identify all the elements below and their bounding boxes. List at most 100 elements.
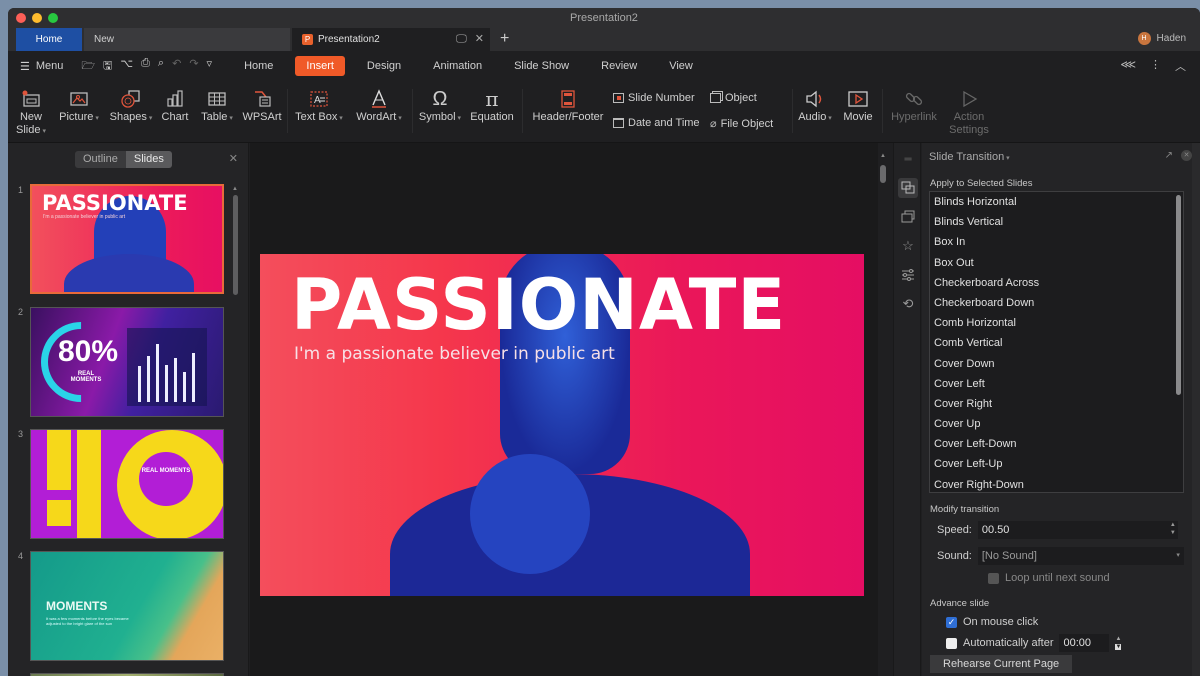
slide-number-button[interactable]: Slide Number [613, 92, 695, 104]
ribbon-tab-home[interactable]: Home [228, 56, 289, 76]
on-click-row[interactable]: ✓ On mouse click [946, 616, 1038, 628]
transition-option[interactable]: Checkerboard Down [930, 293, 1183, 313]
loop-checkbox[interactable] [988, 572, 999, 584]
canvas-scroll-up-arrow[interactable]: ▲ [880, 153, 886, 159]
chart-button[interactable]: Chart [159, 87, 191, 124]
share-icon[interactable]: ⋘ [1120, 58, 1136, 74]
time-stepper[interactable]: ▲ ▼ [1115, 635, 1122, 651]
transition-option[interactable]: Cover Down [930, 354, 1183, 374]
transition-option[interactable]: Cover Up [930, 414, 1183, 434]
object-button[interactable]: Object [710, 92, 757, 104]
slide-layout-icon[interactable] [898, 207, 918, 227]
current-slide[interactable]: PASSIONATE I'm a passionate believer in … [260, 254, 864, 596]
picture-button[interactable]: Picture ▾ [56, 87, 102, 125]
new-slide-button[interactable]: New Slide ▾ [16, 87, 46, 138]
sound-label: Sound: [937, 550, 972, 562]
slide-thumbnail-2[interactable]: 80% REAL MOMENTS [30, 307, 224, 417]
collapse-ribbon-icon[interactable]: ︿ [1175, 58, 1186, 74]
symbol-button[interactable]: Ω Symbol ▾ [416, 87, 464, 125]
pop-out-icon[interactable]: ↗ [1165, 150, 1173, 161]
slide-subtitle[interactable]: I'm a passionate believer in public art [294, 344, 615, 364]
menu-button[interactable]: ☰ Menu [20, 60, 63, 73]
format-painter-icon[interactable]: ⌥ [120, 57, 133, 76]
action-settings-button[interactable]: Action Settings [946, 87, 992, 137]
slide-thumbnail-1[interactable]: PASSIONATE I'm a passionate believer in … [30, 184, 224, 294]
text-box-button[interactable]: A Text Box ▾ [292, 87, 346, 125]
wpsart-button[interactable]: WPSArt [242, 87, 282, 124]
ribbon-tab-view[interactable]: View [653, 56, 709, 76]
tab-home[interactable]: Home [16, 28, 82, 51]
transition-list-scrollbar[interactable] [1176, 195, 1181, 395]
open-folder-icon[interactable]: 🗁 [81, 57, 95, 76]
table-button[interactable]: Table ▾ [196, 87, 238, 125]
hyperlink-button[interactable]: Hyperlink [888, 87, 940, 124]
tab-document[interactable]: P Presentation2 🖵 ✕ [292, 28, 490, 51]
transition-option[interactable]: Box Out [930, 253, 1183, 273]
speed-stepper[interactable]: ▲ ▼ [1170, 521, 1176, 537]
add-tab-button[interactable]: + [500, 28, 509, 50]
slide-title[interactable]: PASSIONATE [291, 264, 786, 346]
audio-button[interactable]: Audio ▾ [794, 87, 836, 125]
shapes-button[interactable]: Shapes ▾ [107, 87, 155, 125]
transition-option[interactable]: Cover Right-Down [930, 475, 1183, 492]
ribbon-tab-slide-show[interactable]: Slide Show [498, 56, 585, 76]
maximize-window-button[interactable] [48, 13, 58, 23]
customize-dropdown-icon[interactable]: ▿ [207, 57, 213, 76]
slide-thumbnail-4[interactable]: MOMENTS It was a few moments before the … [30, 551, 224, 661]
ribbon-tab-design[interactable]: Design [351, 56, 417, 76]
sound-dropdown[interactable]: [No Sound] ▾ [977, 547, 1184, 565]
properties-sliders-icon[interactable] [898, 265, 918, 285]
rehearse-current-page-button[interactable]: Rehearse Current Page [930, 655, 1072, 673]
pane-title-dropdown[interactable]: Slide Transition ▾ [929, 151, 1010, 163]
equation-button[interactable]: π Equation [468, 87, 516, 124]
on-mouse-click-checkbox[interactable]: ✓ [946, 616, 957, 628]
transition-list[interactable]: Blinds Horizontal Blinds Vertical Box In… [929, 191, 1184, 493]
ribbon-tab-review[interactable]: Review [585, 56, 653, 76]
close-window-button[interactable] [16, 13, 26, 23]
print-preview-icon[interactable]: ⌕ [158, 57, 164, 76]
transition-option[interactable]: Blinds Vertical [930, 212, 1183, 232]
print-icon[interactable]: ⎙ [141, 57, 150, 76]
transition-option[interactable]: Cover Right [930, 394, 1183, 414]
tab-new[interactable]: New [84, 28, 290, 51]
outline-tab[interactable]: Outline [75, 151, 126, 168]
auto-advance-time-input[interactable]: 00:00 [1059, 634, 1110, 652]
movie-button[interactable]: Movie [840, 87, 876, 124]
undo-icon[interactable]: ↶ [172, 57, 181, 76]
ribbon-tab-animation[interactable]: Animation [417, 56, 498, 76]
slide-transition-pane: Slide Transition ▾ ↗ ✕ Apply to Selected… [922, 143, 1200, 676]
transition-option[interactable]: Comb Horizontal [930, 313, 1183, 333]
close-pane-icon[interactable]: ✕ [1181, 150, 1192, 161]
canvas-scrollbar[interactable] [880, 165, 886, 183]
ribbon-tab-insert[interactable]: Insert [295, 56, 345, 76]
slides-tab[interactable]: Slides [125, 151, 172, 168]
slide-transition-icon[interactable] [898, 178, 918, 198]
animation-star-icon[interactable]: ☆ [898, 236, 918, 256]
transition-option[interactable]: Cover Left [930, 374, 1183, 394]
speed-input[interactable]: 00.50 ▲ ▼ [977, 521, 1178, 539]
history-icon[interactable]: ⟲ [898, 294, 918, 314]
transition-option[interactable]: Cover Left-Up [930, 454, 1183, 474]
minimize-window-button[interactable] [32, 13, 42, 23]
transition-option[interactable]: Blinds Horizontal [930, 192, 1183, 212]
auto-advance-checkbox[interactable] [946, 637, 957, 649]
save-icon[interactable]: 🖫 [103, 57, 112, 76]
transition-option[interactable]: Checkerboard Across [930, 273, 1183, 293]
close-tab-icon[interactable]: ✕ [475, 28, 484, 51]
close-panel-icon[interactable]: ✕ [229, 152, 238, 165]
transition-option[interactable]: Box In [930, 232, 1183, 252]
more-options-icon[interactable]: ⋮ [1150, 58, 1161, 74]
user-account[interactable]: H Haden [1137, 32, 1186, 45]
file-object-button[interactable]: ⌀ File Object [710, 117, 773, 131]
transition-option[interactable]: Cover Left-Down [930, 434, 1183, 454]
thumbnail-scrollbar[interactable] [233, 195, 238, 295]
transition-option[interactable]: Comb Vertical [930, 333, 1183, 353]
header-footer-button[interactable]: Header/Footer [529, 87, 607, 124]
wordart-button[interactable]: WordArt ▾ [352, 87, 406, 125]
slide-thumbnail-3[interactable]: REAL MOMENTS [30, 429, 224, 539]
date-time-button[interactable]: Date and Time [613, 117, 700, 129]
redo-icon[interactable]: ↷ [189, 57, 198, 76]
scroll-up-arrow[interactable]: ▲ [232, 186, 238, 192]
monitor-icon[interactable]: 🖵 [456, 28, 467, 51]
loop-row[interactable]: Loop until next sound [988, 572, 1110, 584]
